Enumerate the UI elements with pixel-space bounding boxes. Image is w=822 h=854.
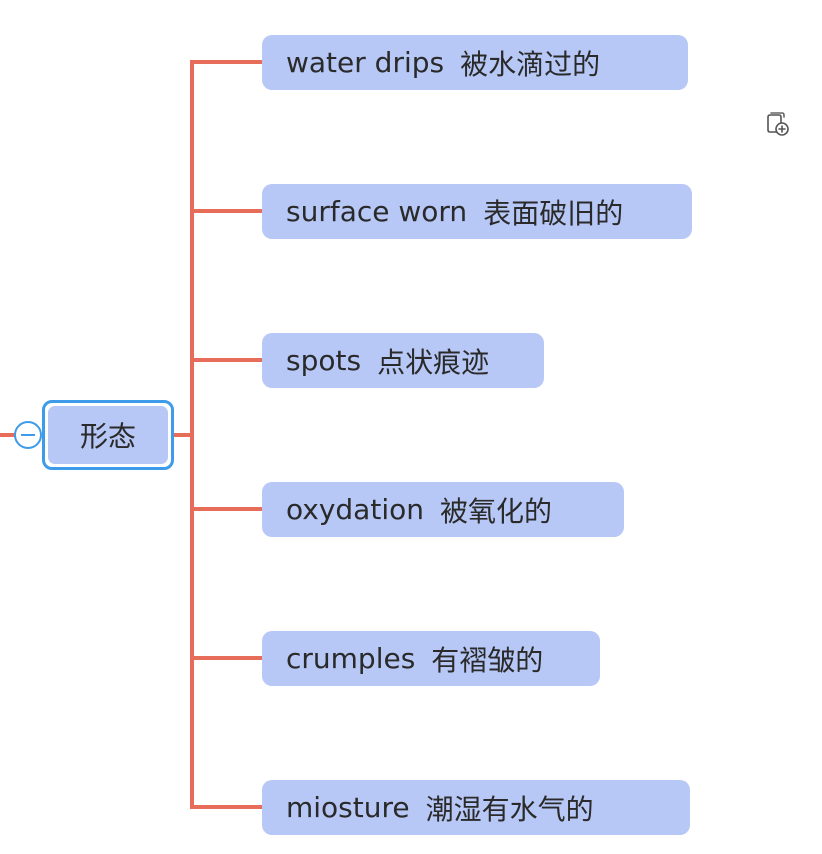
child-topic-node[interactable]: oxydation 被氧化的 <box>262 482 624 537</box>
topic-english-text: spots <box>286 344 362 377</box>
topic-english-text: crumples <box>286 642 416 675</box>
child-topic-node[interactable]: water drips 被水滴过的 <box>262 35 688 90</box>
topic-english-text: oxydation <box>286 493 424 526</box>
topic-chinese-text: 潮湿有水气的 <box>425 792 594 826</box>
root-topic-label: 形态 <box>48 406 168 464</box>
child-topic-node[interactable]: miosture 潮湿有水气的 <box>262 780 690 835</box>
topic-english-text: water drips <box>286 46 445 79</box>
topic-english-text: miosture <box>286 791 410 824</box>
child-topic-node[interactable]: surface worn 表面破旧的 <box>262 184 692 239</box>
topic-chinese-text: 被氧化的 <box>439 494 552 528</box>
add-topic-icon[interactable] <box>764 110 792 138</box>
topic-chinese-text: 表面破旧的 <box>483 196 624 230</box>
topic-chinese-text: 有褶皱的 <box>431 643 544 677</box>
collapse-minus-icon[interactable] <box>14 421 42 449</box>
child-topic-node[interactable]: crumples 有褶皱的 <box>262 631 600 686</box>
topic-chinese-text: 点状痕迹 <box>377 345 490 379</box>
root-topic-node[interactable]: 形态 <box>42 400 174 470</box>
topic-english-text: surface worn <box>286 195 468 228</box>
topic-chinese-text: 被水滴过的 <box>460 47 601 81</box>
child-topic-node[interactable]: spots 点状痕迹 <box>262 333 544 388</box>
